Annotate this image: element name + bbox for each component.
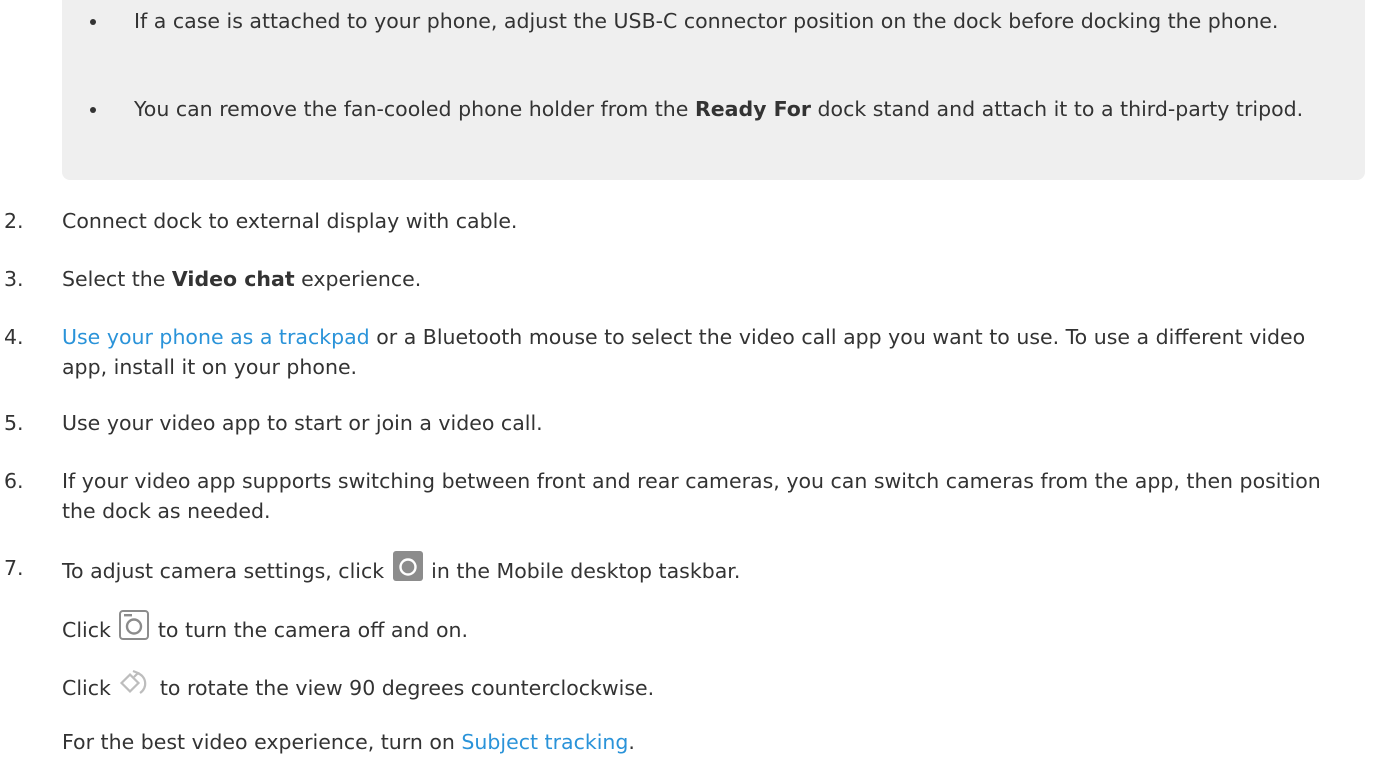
step-text-pre: To adjust camera settings, click	[62, 559, 391, 583]
trackpad-link[interactable]: Use your phone as a trackpad	[62, 325, 370, 349]
note-bullet-case: If a case is attached to your phone, adj…	[90, 6, 1344, 36]
step-number: 6.	[4, 469, 24, 493]
step-number: 7.	[4, 556, 24, 580]
sub-text-post: .	[628, 730, 635, 754]
camera-toggle-instruction: Click to turn the camera off and on.	[62, 610, 1362, 650]
step-text: Connect dock to external display with ca…	[62, 209, 518, 233]
bullet-dot	[90, 107, 96, 113]
sub-text-pre: Click	[62, 618, 118, 642]
step-text: Use your phone as a trackpad or a Blueto…	[62, 322, 1352, 382]
note-bullet-text: If a case is attached to your phone, adj…	[134, 9, 1279, 33]
step-text: Select the Video chat experience.	[62, 264, 1362, 294]
sub-text-post: to rotate the view 90 degrees counterclo…	[153, 676, 655, 700]
step-number: 2.	[4, 209, 24, 233]
sub-text-pre: For the best video experience, turn on	[62, 730, 462, 754]
tracking-instruction: For the best video experience, turn on S…	[62, 727, 1362, 757]
camera-filled-icon[interactable]	[392, 551, 423, 589]
step-number: 3.	[4, 267, 24, 291]
step-text: Use your video app to start or join a vi…	[62, 411, 543, 435]
step-number: 4.	[4, 325, 24, 349]
sub-text-post: to turn the camera off and on.	[151, 618, 468, 642]
note-box: If a case is attached to your phone, adj…	[62, 0, 1365, 180]
video-chat-label: Video chat	[171, 267, 295, 291]
camera-outline-icon[interactable]	[119, 610, 150, 648]
bullet-dot	[90, 19, 96, 25]
step-text-pre: Select the	[62, 267, 172, 291]
rotate-instruction: Click to rotate the view 90 degrees coun…	[62, 668, 1362, 708]
step-text-post: experience.	[294, 267, 422, 291]
step-number: 5.	[4, 411, 24, 435]
note-bullet-text-post: dock stand and attach it to a third-part…	[811, 97, 1304, 121]
sub-text-pre: Click	[62, 676, 118, 700]
subject-tracking-link[interactable]: Subject tracking	[461, 730, 628, 754]
note-bullet-holder: You can remove the fan-cooled phone hold…	[90, 94, 1344, 124]
ready-for-label: Ready For	[694, 97, 812, 121]
step-text: To adjust camera settings, click in the …	[62, 551, 1362, 591]
rotate-icon[interactable]	[119, 668, 151, 706]
note-bullet-text-pre: You can remove the fan-cooled phone hold…	[134, 97, 695, 121]
step-text: If your video app supports switching bet…	[62, 469, 1321, 523]
step-text-post: in the Mobile desktop taskbar.	[424, 559, 741, 583]
